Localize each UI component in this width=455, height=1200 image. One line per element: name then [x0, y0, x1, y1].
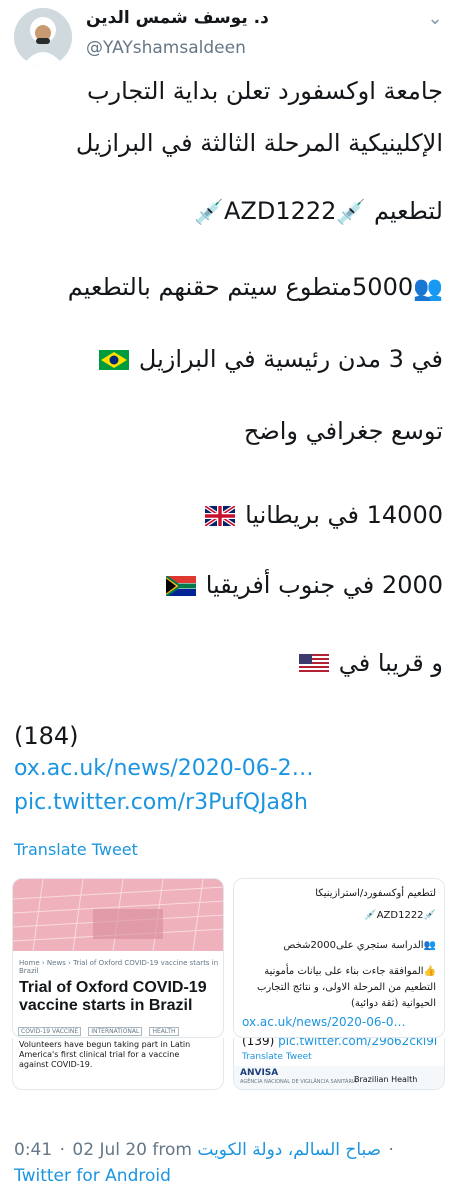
- article-tag: COVID-19 VACCINE: [18, 1027, 82, 1036]
- breadcrumb: Home › News › Trial of Oxford COVID-19 v…: [19, 959, 219, 975]
- uk-flag-icon: [205, 506, 236, 526]
- uk-text: 14000 في بريطانيا: [245, 501, 443, 529]
- vaccine-name: AZD1222: [224, 197, 337, 225]
- quoted-approval-text: الموافقة جاءت بناء على بيانات مأمونية: [264, 966, 424, 977]
- brazil-text: في 3 مدن رئيسية في البرازيل: [138, 345, 443, 373]
- anvisa-right-text: Brazilian Health: [354, 1075, 418, 1084]
- author-name[interactable]: د. يوسف شمس الدين: [86, 8, 314, 28]
- article-tag: INTERNATIONAL: [88, 1027, 143, 1036]
- quoted-line-study: 👥الدراسة ستجري على2000شخص: [283, 939, 436, 952]
- quoted-translate-button[interactable]: Translate Tweet: [242, 1052, 312, 1062]
- usa-text: و قريبا في: [338, 649, 443, 677]
- quoted-vaccine-name: AZD1222: [376, 910, 424, 921]
- tweet-meta: 0:41 · 02 Jul 20 from صباح السالم، دولة …: [14, 1140, 444, 1160]
- anvisa-banner: ANVISA AGÊNCIA NACIONAL DE VIGILÂNCIA SA…: [234, 1066, 444, 1089]
- avatar[interactable]: [14, 8, 72, 66]
- tweet-time: 0:41: [14, 1140, 53, 1160]
- article-tags: COVID-19 VACCINE INTERNATIONAL HEALTH: [18, 1018, 218, 1037]
- quoted-line: التطعيم من المرحلة الاولى، و نتائج التجا…: [257, 982, 436, 993]
- translate-tweet-button[interactable]: Translate Tweet: [14, 840, 138, 859]
- chevron-down-icon[interactable]: ⌄: [424, 10, 446, 28]
- news-link[interactable]: ox.ac.uk/news/2020-06-2…: [14, 756, 314, 781]
- volunteers-text: 5000متطوع سيتم حقنهم بالتطعيم: [67, 273, 414, 301]
- thumbs-up-icon: 👍: [423, 966, 436, 977]
- quoted-count: (139): [242, 1038, 275, 1048]
- image-card-oxford-lower: Volunteers have begun taking part in Lat…: [12, 1038, 224, 1090]
- tweet-location[interactable]: صباح السالم، دولة الكويت: [197, 1140, 381, 1160]
- quoted-line-approval: 👍الموافقة جاءت بناء على بيانات مأمونية: [264, 965, 436, 978]
- article-tag: HEALTH: [149, 1027, 179, 1036]
- tweet-client[interactable]: Twitter for Android: [14, 1166, 171, 1186]
- quoted-line-vaccine: 💉AZD1222💉: [364, 909, 436, 922]
- people-icon: 👥: [423, 940, 436, 951]
- pic-link[interactable]: pic.twitter.com/r3PufQJa8h: [14, 790, 308, 815]
- south-africa-flag-icon: [166, 576, 197, 596]
- sa-text: 2000 في جنوب أفريقيا: [205, 571, 443, 599]
- author-handle[interactable]: @YAYshamsaldeen: [86, 38, 246, 58]
- usa-flag-icon: [299, 654, 330, 674]
- tweet-line-brazil: في 3 مدن رئيسية في البرازيل: [97, 344, 443, 374]
- tweet-line: توسع جغرافي واضح: [243, 417, 443, 445]
- lab-photo: [13, 879, 223, 952]
- article-description: Volunteers have begun taking part in Lat…: [19, 1040, 191, 1069]
- image-card-oxford[interactable]: Home › News › Trial of Oxford COVID-19 v…: [12, 878, 224, 1038]
- tweet-line-uk: 14000 في بريطانيا: [203, 500, 443, 530]
- vaccine-prefix: لتطعيم: [373, 197, 443, 225]
- tweet-line-sa: 2000 في جنوب أفريقيا: [164, 570, 443, 600]
- quoted-line-count: (139) pic.twitter.com/29o62ckl9l: [242, 1038, 437, 1048]
- brazil-flag-icon: [99, 350, 130, 370]
- tweet-count: (184): [14, 722, 79, 750]
- tweet-line: الإكلينيكية المرحلة الثالثة في البرازيل: [75, 129, 443, 157]
- from-label: from: [152, 1140, 192, 1160]
- anvisa-subtitle: AGÊNCIA NACIONAL DE VIGILÂNCIA SANITÁRIA: [240, 1079, 357, 1085]
- anvisa-title: ANVISA: [240, 1068, 279, 1078]
- quoted-tweet-card[interactable]: لتطعيم أوكسفورد/استرازينيكا 💉AZD1222💉 👥ا…: [233, 878, 445, 1038]
- quoted-line: الحيوانية (ثقة دوائية): [351, 998, 436, 1009]
- tweet-date: 02 Jul 20: [72, 1140, 147, 1160]
- article-title: Trial of Oxford COVID-19 vaccine starts …: [19, 979, 207, 1014]
- separator-dot: ·: [59, 1140, 65, 1160]
- quoted-tweet-card-lower: (139) pic.twitter.com/29o62ckl9l Transla…: [233, 1038, 445, 1090]
- syringe-icon: 💉: [194, 198, 224, 226]
- syringe-icon: 💉: [336, 198, 367, 226]
- syringe-icon: 💉: [423, 910, 436, 921]
- tweet-header: د. يوسف شمس الدين @YAYshamsaldeen ⌄: [0, 0, 455, 70]
- tweet-line-usa: و قريبا في: [297, 648, 443, 678]
- people-icon: 👥: [413, 274, 443, 302]
- tweet-line-vaccine: لتطعيم 💉AZD1222💉: [194, 196, 443, 227]
- tweet-line-volunteers: 👥5000متطوع سيتم حقنهم بالتطعيم: [68, 272, 443, 303]
- quoted-pic-link[interactable]: pic.twitter.com/29o62ckl9l: [278, 1038, 437, 1048]
- syringe-icon: 💉: [364, 910, 377, 921]
- quoted-news-link[interactable]: ox.ac.uk/news/2020-06-0…: [242, 1015, 405, 1029]
- quoted-study-text: الدراسة ستجري على2000شخص: [283, 940, 424, 951]
- quoted-line: لتطعيم أوكسفورد/استرازينيكا: [315, 888, 436, 899]
- tweet-line: جامعة اوكسفورد تعلن بداية التجارب: [86, 77, 443, 105]
- separator-dot: ·: [388, 1140, 394, 1160]
